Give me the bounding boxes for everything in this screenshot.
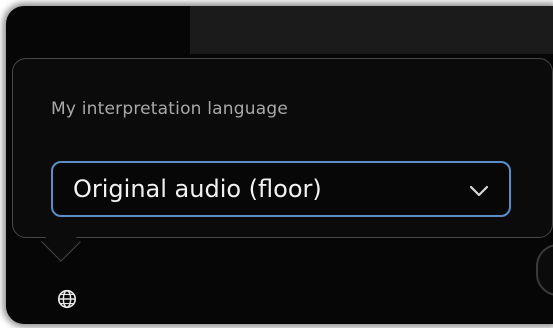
interpretation-language-dropdown[interactable]: Original audio (floor): [51, 161, 511, 217]
background-panel: [190, 6, 553, 54]
dropdown-selected-value: Original audio (floor): [73, 175, 322, 203]
chevron-down-icon: [467, 179, 491, 203]
interpretation-language-popup: My interpretation language Original audi…: [12, 58, 553, 238]
side-control[interactable]: [536, 244, 553, 296]
popup-title: My interpretation language: [51, 99, 289, 119]
language-button[interactable]: [53, 287, 81, 315]
globe-icon: [56, 288, 78, 314]
meeting-screen: My interpretation language Original audi…: [6, 6, 553, 324]
screenshot-frame: My interpretation language Original audi…: [0, 0, 553, 328]
